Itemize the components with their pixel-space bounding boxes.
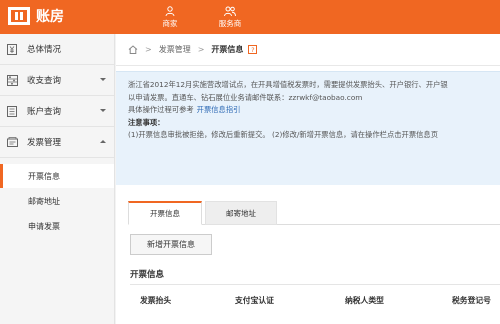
nav-service-provider[interactable]: 服务商 <box>200 0 260 34</box>
notice-line: (1)开票信息审批被拒绝，修改后重新提交。 (2)修改/新增开票信息，请在操作栏… <box>128 130 439 139</box>
tab-label: 开票信息 <box>150 209 180 218</box>
breadcrumb: > 发票管理 > 开票信息 ? <box>116 34 500 66</box>
nav-merchant-label: 商家 <box>162 18 178 28</box>
sidebar-item-overview[interactable]: 总体情况 <box>0 34 114 65</box>
main-content: > 发票管理 > 开票信息 ? 浙江省2012年12月实施营改增试点，在开具增值… <box>116 34 500 324</box>
top-nav: 商家 服务商 <box>140 0 260 34</box>
tab-bar: 开票信息 邮寄地址 <box>128 201 500 225</box>
nav-merchant[interactable]: 商家 <box>140 0 200 34</box>
chevron-down-icon <box>100 109 106 112</box>
notice-line: 以申请发票。直通车、钻石展位业务请邮件联系：zzrwkf@taobao.com <box>128 92 363 102</box>
tab-invoice-info[interactable]: 开票信息 <box>128 201 202 225</box>
sidebar-subitem-apply-invoice[interactable]: 申请发票 <box>0 214 114 238</box>
chevron-up-icon <box>100 140 106 143</box>
invoice-guide-link[interactable]: 开票信息指引 <box>197 105 241 114</box>
sidebar-subitem-label: 开票信息 <box>28 171 60 181</box>
sidebar-subitem-invoice-info[interactable]: 开票信息 <box>0 164 114 188</box>
sidebar-item-invoice[interactable]: 发票管理 <box>0 127 114 158</box>
help-icon[interactable]: ? <box>248 45 258 54</box>
column-header: 纳税人类型 <box>345 295 384 305</box>
notice-guide-prefix: 具体操作过程可参考 <box>128 105 194 114</box>
home-icon[interactable] <box>128 45 138 54</box>
sidebar-item-label: 账户查询 <box>27 107 62 117</box>
app-title: 账房 <box>36 9 64 25</box>
sidebar: 总体情况 收支查询 账户查询 发票管理 开票信息 邮寄地址 申请发票 <box>0 34 115 324</box>
sidebar-subitem-label: 邮寄地址 <box>28 196 60 206</box>
column-header: 税务登记号 <box>452 295 491 305</box>
breadcrumb-separator-icon: > <box>145 45 152 54</box>
column-header: 发票抬头 <box>140 295 172 305</box>
sidebar-item-income-expense[interactable]: 收支查询 <box>0 65 114 96</box>
tab-mailing-address[interactable]: 邮寄地址 <box>205 201 277 225</box>
sidebar-item-label: 收支查询 <box>27 76 62 86</box>
notice-heading: 注意事项： <box>128 117 165 127</box>
user-icon <box>165 5 175 16</box>
sidebar-subitem-label: 申请发票 <box>28 221 60 231</box>
logo[interactable]: 账房 <box>8 4 64 28</box>
ledger-icon <box>6 105 18 117</box>
top-bar: 账房 商家 服务商 <box>0 0 500 34</box>
column-header: 支付宝认证 <box>235 295 274 305</box>
breadcrumb-separator-icon: > <box>197 45 205 54</box>
sidebar-item-label: 发票管理 <box>27 138 62 148</box>
chevron-down-icon <box>100 78 106 81</box>
sidebar-item-account[interactable]: 账户查询 <box>0 96 114 127</box>
tab-label: 邮寄地址 <box>226 208 256 218</box>
abacus-icon <box>6 74 18 86</box>
logo-icon <box>8 7 30 25</box>
notice-box: 浙江省2012年12月实施营改增试点，在开具增值税发票时，需要提供发票抬头、开户… <box>116 71 500 185</box>
add-invoice-info-button[interactable]: 新增开票信息 <box>130 234 212 255</box>
notice-guide-line: 具体操作过程可参考 开票信息指引 <box>128 104 488 117</box>
section-title: 开票信息 <box>130 263 500 285</box>
nav-service-provider-label: 服务商 <box>218 18 242 28</box>
invoice-icon <box>6 136 18 148</box>
people-icon <box>224 6 236 16</box>
page-title: 开票信息 <box>211 45 244 54</box>
sidebar-item-label: 总体情况 <box>27 45 62 55</box>
notice-line: 浙江省2012年12月实施营改增试点，在开具增值税发票时，需要提供发票抬头、开户… <box>128 80 448 89</box>
sidebar-subitem-mailing-address[interactable]: 邮寄地址 <box>0 189 114 213</box>
yen-icon <box>6 43 18 55</box>
breadcrumb-section[interactable]: 发票管理 <box>159 44 191 55</box>
table-header: 发票抬头 支付宝认证 纳税人类型 税务登记号 <box>130 290 500 310</box>
